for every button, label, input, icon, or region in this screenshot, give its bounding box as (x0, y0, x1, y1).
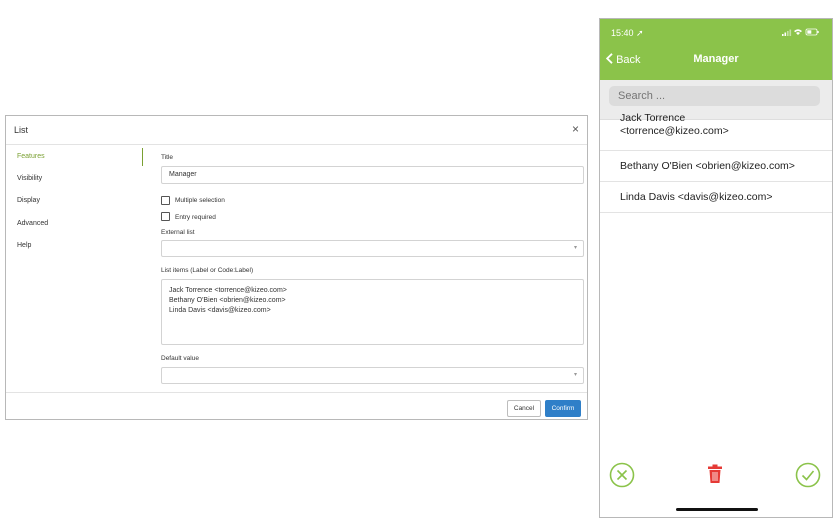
list-items-label: List items (Label or Code:Label) (161, 267, 254, 274)
external-list-select[interactable]: ▾ (161, 240, 584, 257)
list-item-line: Jack Torrence <torrence@kizeo.com> (169, 287, 287, 294)
default-value-label: Default value (161, 355, 199, 362)
phone-header: 15:40 ➚ Back Manager (600, 19, 832, 80)
location-arrow-icon: ➚ (636, 28, 644, 38)
dialog-footer-divider (6, 392, 587, 393)
multiple-selection-checkbox[interactable] (161, 196, 170, 205)
confirm-button[interactable]: Confirm (545, 400, 581, 417)
nav-item-features[interactable]: Features (17, 153, 45, 160)
list-item[interactable]: Bethany O'Bien <obrien@kizeo.com> (600, 151, 832, 182)
entry-required-checkbox[interactable] (161, 212, 170, 221)
nav-item-advanced[interactable]: Advanced (17, 220, 48, 227)
title-label: Title (161, 154, 174, 161)
list-item-line: Linda Davis <davis@kizeo.com> (169, 307, 271, 314)
multiple-selection-label: Multiple selection (175, 197, 225, 204)
home-indicator (676, 508, 758, 511)
status-time: 15:40 ➚ (611, 28, 644, 38)
dialog-header: List × (6, 116, 587, 145)
list-item-label: Linda Davis <davis@kizeo.com> (620, 191, 773, 203)
list-item[interactable]: Linda Davis <davis@kizeo.com> (600, 182, 832, 213)
close-icon[interactable]: × (572, 123, 579, 135)
list-item[interactable]: Jack Torrence <torrence@kizeo.com> (600, 103, 832, 151)
entry-required-label: Entry required (175, 214, 216, 221)
nav-item-visibility[interactable]: Visibility (17, 175, 42, 182)
title-input[interactable]: Manager (161, 166, 584, 184)
cancel-circle-icon[interactable] (609, 462, 635, 493)
list-item-email: <torrence@kizeo.com> (620, 125, 729, 137)
list-item-label: Bethany O'Bien <obrien@kizeo.com> (620, 160, 795, 172)
list-item-line: Bethany O'Bien <obrien@kizeo.com> (169, 297, 286, 304)
list-item-name: Jack Torrence (620, 112, 686, 124)
nav-item-display[interactable]: Display (17, 197, 40, 204)
list-items-textarea[interactable]: Jack Torrence <torrence@kizeo.com> Betha… (161, 279, 584, 345)
list-dialog: List × Features Visibility Display Advan… (5, 115, 588, 420)
dialog-side-nav: Features Visibility Display Advanced Hel… (6, 146, 143, 376)
default-value-select[interactable]: ▾ (161, 367, 584, 384)
phone-action-bar (600, 457, 832, 497)
chevron-down-icon: ▾ (573, 245, 577, 251)
signal-wifi-battery-icon (782, 28, 819, 36)
external-list-label: External list (161, 229, 195, 236)
nav-item-help[interactable]: Help (17, 242, 31, 249)
phone-title: Manager (693, 53, 739, 65)
status-icons (782, 28, 820, 38)
cancel-button[interactable]: Cancel (507, 400, 541, 417)
chevron-down-icon: ▾ (573, 372, 577, 378)
confirm-check-icon[interactable] (795, 462, 821, 493)
active-nav-indicator (142, 148, 143, 166)
trash-icon[interactable] (707, 464, 723, 489)
phone-screen: 15:40 ➚ Back Manager Jack Tor (599, 18, 833, 518)
dialog-title: List (14, 125, 29, 135)
